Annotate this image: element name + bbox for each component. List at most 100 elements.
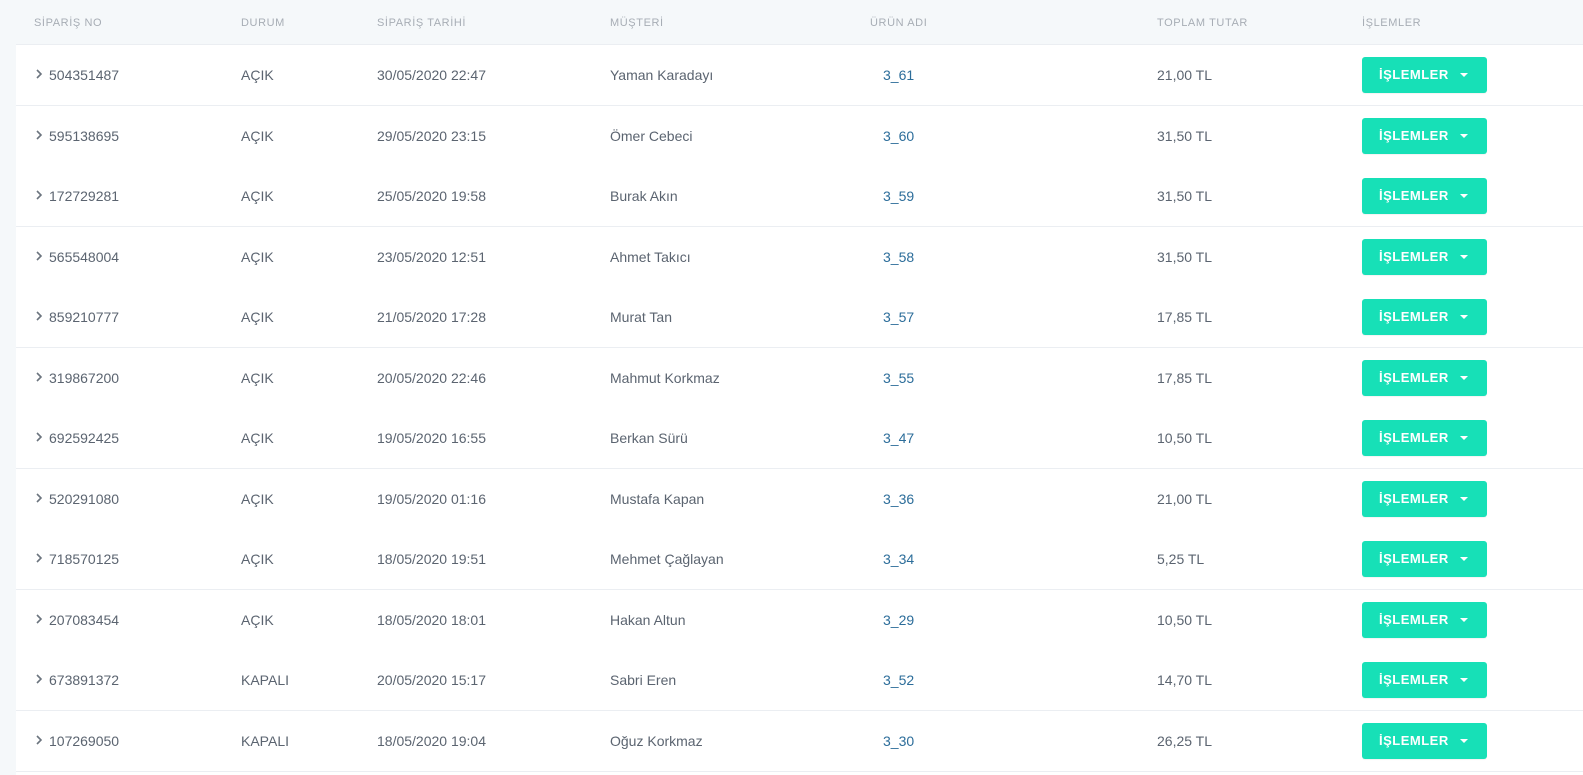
- actions-button-label: İŞLEMLER: [1379, 188, 1449, 203]
- order-date: 18/05/2020 19:04: [377, 732, 486, 749]
- expand-chevron-icon[interactable]: [34, 371, 44, 383]
- table-row: 595138695 AÇIK 29/05/2020 23:15 Ömer Cebeci…: [16, 105, 1583, 167]
- order-status: AÇIK: [241, 551, 274, 567]
- expand-chevron-icon[interactable]: [34, 250, 44, 262]
- actions-button-label: İŞLEMLER: [1379, 430, 1449, 445]
- header-order-date[interactable]: SİPARİŞ TARİHİ: [377, 17, 466, 29]
- expand-chevron-icon[interactable]: [34, 734, 44, 746]
- caret-down-icon: [1460, 436, 1468, 440]
- order-no: 172729281: [49, 188, 120, 204]
- header-status[interactable]: DURUM: [241, 17, 285, 29]
- actions-dropdown-button[interactable]: İŞLEMLER: [1362, 238, 1487, 275]
- order-date: 18/05/2020 19:51: [377, 551, 486, 567]
- order-status: AÇIK: [241, 248, 274, 265]
- actions-dropdown-button[interactable]: İŞLEMLER: [1362, 178, 1487, 214]
- actions-dropdown-button[interactable]: İŞLEMLER: [1362, 662, 1487, 698]
- order-no: 107269050: [49, 732, 120, 749]
- actions-dropdown-button[interactable]: İŞLEMLER: [1362, 359, 1487, 396]
- caret-down-icon: [1460, 617, 1468, 622]
- total-amount: 10,50 TL: [1157, 611, 1213, 628]
- total-amount: 31,50 TL: [1157, 188, 1213, 204]
- expand-chevron-icon[interactable]: [34, 310, 44, 322]
- actions-button-label: İŞLEMLER: [1379, 611, 1449, 627]
- order-status: AÇIK: [241, 127, 274, 144]
- actions-dropdown-button[interactable]: İŞLEMLER: [1362, 480, 1487, 517]
- caret-down-icon: [1460, 557, 1468, 561]
- expand-chevron-icon[interactable]: [34, 68, 44, 80]
- product-link[interactable]: 3_36: [883, 491, 914, 507]
- customer-name: Mahmut Korkmaz: [610, 369, 720, 386]
- product-link[interactable]: 3_30: [883, 733, 914, 749]
- caret-down-icon: [1460, 254, 1468, 259]
- order-status: AÇIK: [241, 309, 274, 325]
- actions-dropdown-button[interactable]: İŞLEMLER: [1362, 299, 1487, 335]
- actions-dropdown-button[interactable]: İŞLEMLER: [1362, 57, 1487, 93]
- product-link[interactable]: 3_47: [883, 430, 914, 446]
- expand-chevron-icon[interactable]: [34, 129, 44, 141]
- order-status: KAPALI: [241, 672, 289, 688]
- order-no: 520291080: [49, 490, 120, 507]
- order-no: 565548004: [49, 248, 120, 265]
- expand-chevron-icon[interactable]: [34, 552, 44, 564]
- total-amount: 31,50 TL: [1157, 127, 1213, 144]
- order-status: AÇIK: [241, 430, 274, 446]
- expand-chevron-icon[interactable]: [34, 189, 44, 201]
- actions-button-label: İŞLEMLER: [1379, 672, 1449, 687]
- actions-button-label: İŞLEMLER: [1379, 67, 1449, 82]
- table-row: 520291080 AÇIK 19/05/2020 01:16 Mustafa Kap…: [16, 468, 1583, 530]
- product-link[interactable]: 3_55: [883, 370, 914, 386]
- expand-chevron-icon[interactable]: [34, 673, 44, 685]
- order-no: 692592425: [49, 430, 120, 446]
- header-order-no[interactable]: SİPARİŞ NO: [34, 17, 102, 29]
- customer-name: Berkan Sürü: [610, 430, 688, 446]
- expand-chevron-icon[interactable]: [34, 492, 44, 504]
- customer-name: Mehmet Çağlayan: [610, 551, 724, 567]
- customer-name: Burak Akın: [610, 188, 678, 204]
- order-status: AÇIK: [241, 490, 274, 507]
- caret-down-icon: [1460, 73, 1468, 77]
- product-link[interactable]: 3_60: [883, 128, 914, 144]
- customer-name: Oğuz Korkmaz: [610, 732, 703, 749]
- header-total-amount[interactable]: TOPLAM TUTAR: [1157, 17, 1248, 29]
- caret-down-icon: [1460, 496, 1468, 501]
- order-date: 20/05/2020 22:46: [377, 369, 486, 386]
- table-row: 718570125 AÇIK 18/05/2020 19:51 Mehmet Çağl…: [16, 529, 1583, 590]
- product-link[interactable]: 3_29: [883, 612, 914, 628]
- customer-name: Mustafa Kapan: [610, 490, 705, 507]
- total-amount: 26,25 TL: [1157, 732, 1213, 749]
- order-date: 29/05/2020 23:15: [377, 127, 486, 144]
- order-no: 673891372: [49, 672, 120, 688]
- order-no: 718570125: [49, 551, 120, 567]
- caret-down-icon: [1460, 133, 1468, 138]
- actions-dropdown-button[interactable]: İŞLEMLER: [1362, 722, 1487, 759]
- product-link[interactable]: 3_57: [883, 309, 914, 325]
- actions-button-label: İŞLEMLER: [1379, 732, 1449, 748]
- header-customer[interactable]: MÜŞTERİ: [610, 17, 664, 29]
- product-link[interactable]: 3_34: [883, 551, 914, 567]
- customer-name: Murat Tan: [610, 309, 672, 325]
- actions-dropdown-button[interactable]: İŞLEMLER: [1362, 420, 1487, 456]
- total-amount: 14,70 TL: [1157, 672, 1213, 688]
- order-date: 25/05/2020 19:58: [377, 188, 486, 204]
- product-link[interactable]: 3_61: [883, 67, 914, 83]
- total-amount: 21,00 TL: [1157, 67, 1213, 83]
- actions-button-label: İŞLEMLER: [1379, 551, 1449, 566]
- total-amount: 31,50 TL: [1157, 248, 1213, 265]
- actions-button-label: İŞLEMLER: [1379, 490, 1449, 506]
- actions-dropdown-button[interactable]: İŞLEMLER: [1362, 541, 1487, 577]
- product-link[interactable]: 3_52: [883, 672, 914, 688]
- actions-dropdown-button[interactable]: İŞLEMLER: [1362, 601, 1487, 638]
- actions-dropdown-button[interactable]: İŞLEMLER: [1362, 117, 1487, 154]
- product-link[interactable]: 3_59: [883, 188, 914, 204]
- order-no: 207083454: [49, 611, 120, 628]
- customer-name: Yaman Karadayı: [610, 67, 714, 83]
- total-amount: 17,85 TL: [1157, 309, 1213, 325]
- expand-chevron-icon[interactable]: [34, 613, 44, 625]
- caret-down-icon: [1460, 315, 1468, 319]
- product-link[interactable]: 3_58: [883, 249, 914, 265]
- header-actions: İŞLEMLER: [1362, 17, 1422, 29]
- header-product-name[interactable]: ÜRÜN ADI: [870, 17, 927, 29]
- actions-button-label: İŞLEMLER: [1379, 127, 1449, 143]
- expand-chevron-icon[interactable]: [34, 431, 44, 443]
- caret-down-icon: [1460, 194, 1468, 198]
